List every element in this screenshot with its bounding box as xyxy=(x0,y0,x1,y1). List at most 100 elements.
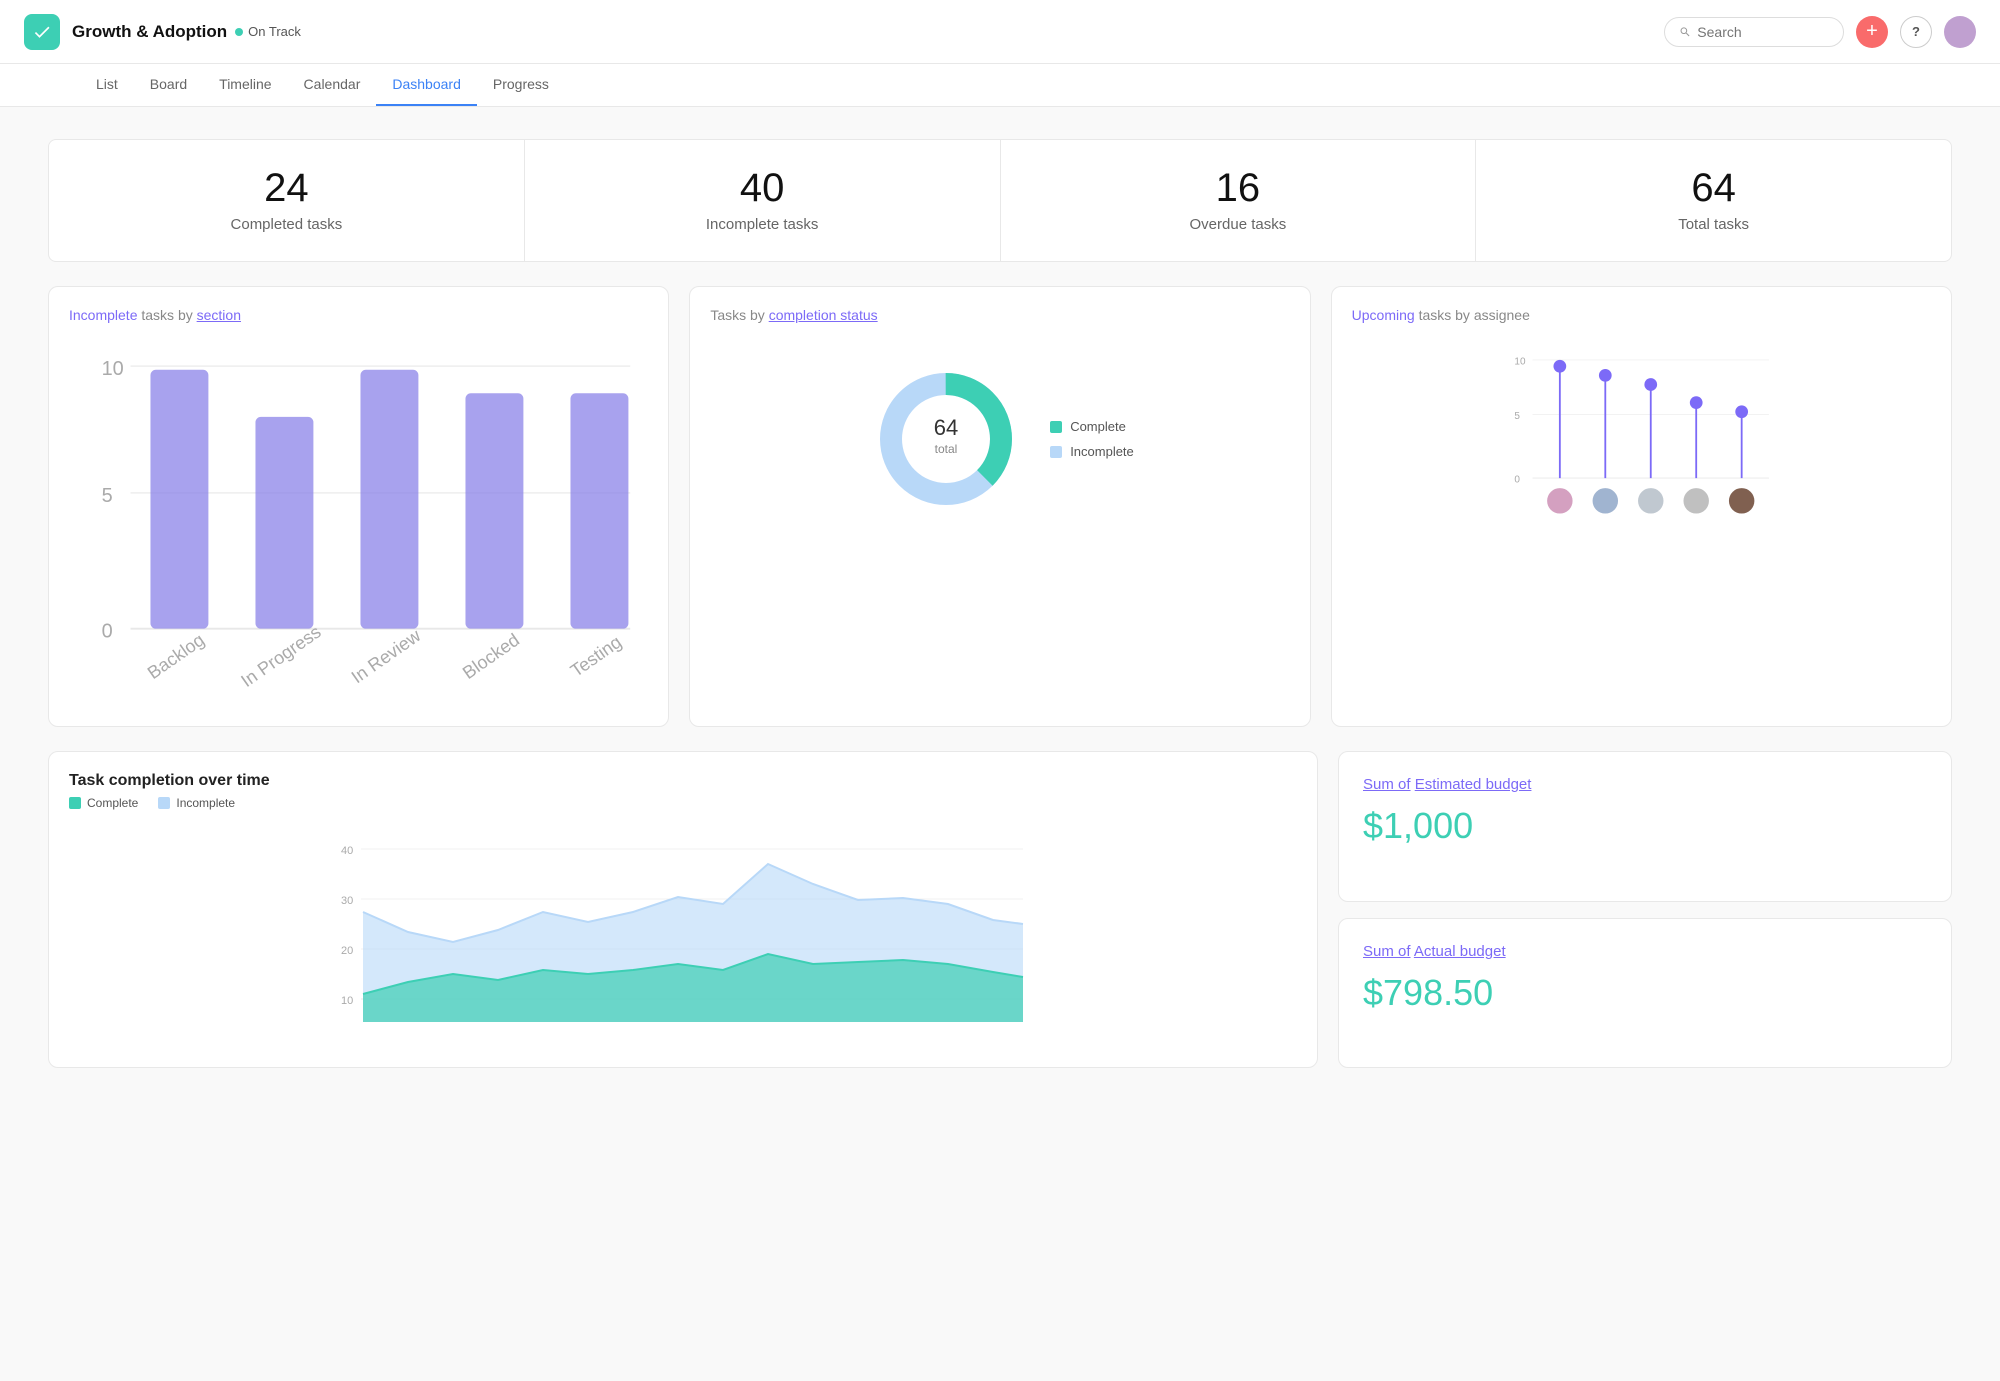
bar-chart-area: 10 5 0 xyxy=(69,339,648,706)
legend-complete-dot xyxy=(1050,421,1062,433)
stat-total: 64 Total tasks xyxy=(1476,140,1951,261)
stat-completed-number: 24 xyxy=(65,168,508,208)
stat-completed-label: Completed tasks xyxy=(65,216,508,233)
estimated-budget-amount: $1,000 xyxy=(1363,805,1927,847)
legend-incomplete-label: Incomplete xyxy=(1070,444,1134,459)
chart-title-tasks-by: Tasks by xyxy=(710,307,768,323)
project-title: Growth & Adoption xyxy=(72,22,227,42)
svg-text:5: 5 xyxy=(102,485,113,507)
lollipop-svg: 10 5 0 xyxy=(1352,339,1931,539)
chart-title-upcoming: Upcoming xyxy=(1352,307,1415,323)
logo-icon xyxy=(24,14,60,50)
svg-text:5: 5 xyxy=(1514,411,1520,422)
svg-text:Blocked: Blocked xyxy=(459,630,523,683)
legend-incomplete: Incomplete xyxy=(1050,444,1134,459)
stat-completed: 24 Completed tasks xyxy=(49,140,525,261)
svg-text:64: 64 xyxy=(934,415,958,440)
legend-complete-label: Complete xyxy=(1070,419,1126,434)
stat-overdue: 16 Overdue tasks xyxy=(1001,140,1477,261)
svg-text:In Review: In Review xyxy=(348,625,425,687)
bar-chart-svg: 10 5 0 xyxy=(69,339,648,701)
incomplete-by-section-title: Incomplete tasks by section xyxy=(69,307,648,323)
incomplete-by-section-card: Incomplete tasks by section 10 5 0 xyxy=(48,286,669,727)
line-legend-complete: Complete xyxy=(69,796,138,810)
svg-text:Testing: Testing xyxy=(567,632,625,681)
line-legend-complete-label: Complete xyxy=(87,796,138,810)
svg-text:40: 40 xyxy=(341,845,353,857)
svg-text:In Progress: In Progress xyxy=(237,622,324,691)
actual-budget-label: Sum of Actual budget xyxy=(1363,943,1927,960)
svg-text:total: total xyxy=(935,442,958,456)
chart-title-section-link[interactable]: section xyxy=(197,307,241,323)
line-legend: Complete Incomplete xyxy=(69,796,1297,810)
estimated-budget-link[interactable]: Estimated budget xyxy=(1415,776,1532,793)
actual-label-text: Sum of xyxy=(1363,943,1411,960)
status-text: On Track xyxy=(248,24,301,39)
stat-overdue-label: Overdue tasks xyxy=(1017,216,1460,233)
status-dot xyxy=(235,28,243,36)
search-box[interactable] xyxy=(1664,17,1844,47)
line-legend-incomplete-label: Incomplete xyxy=(176,796,235,810)
tab-board[interactable]: Board xyxy=(134,64,203,106)
chart-title-incomplete: Incomplete xyxy=(69,307,137,323)
tab-list[interactable]: List xyxy=(80,64,134,106)
upcoming-by-assignee-card: Upcoming tasks by assignee 10 5 0 xyxy=(1331,286,1952,727)
search-input[interactable] xyxy=(1697,24,1829,40)
line-chart-svg: 40 30 20 10 xyxy=(69,822,1297,1042)
actual-budget-link[interactable]: Actual budget xyxy=(1414,943,1506,960)
estimated-budget-label: Sum of Estimated budget xyxy=(1363,776,1927,793)
line-chart-card: Task completion over time Complete Incom… xyxy=(48,751,1318,1068)
estimated-label-text: Sum of xyxy=(1363,776,1411,793)
tab-timeline[interactable]: Timeline xyxy=(203,64,287,106)
add-button[interactable]: + xyxy=(1856,16,1888,48)
svg-text:10: 10 xyxy=(102,358,124,380)
nav-tabs: List Board Timeline Calendar Dashboard P… xyxy=(0,64,2000,107)
tab-dashboard[interactable]: Dashboard xyxy=(376,64,477,106)
status-badge: On Track xyxy=(235,24,301,39)
stats-row: 24 Completed tasks 40 Incomplete tasks 1… xyxy=(48,139,1952,262)
stat-incomplete: 40 Incomplete tasks xyxy=(525,140,1001,261)
legend-incomplete-dot xyxy=(1050,446,1062,458)
donut-legend: Complete Incomplete xyxy=(1050,419,1134,459)
charts-row: Incomplete tasks by section 10 5 0 xyxy=(48,286,1952,727)
completion-status-card: Tasks by completion status 64 total xyxy=(689,286,1310,727)
main-content: 24 Completed tasks 40 Incomplete tasks 1… xyxy=(0,107,2000,1381)
stat-total-label: Total tasks xyxy=(1492,216,1935,233)
chart-title-assignee: tasks by assignee xyxy=(1419,307,1530,323)
chart-title-completion-link[interactable]: completion status xyxy=(769,307,878,323)
svg-text:30: 30 xyxy=(341,895,353,907)
avatar xyxy=(1944,16,1976,48)
line-legend-incomplete: Incomplete xyxy=(158,796,235,810)
stat-incomplete-number: 40 xyxy=(541,168,984,208)
line-chart-title: Task completion over time xyxy=(69,772,1297,790)
donut-svg: 64 total xyxy=(866,359,1026,519)
stat-total-number: 64 xyxy=(1492,168,1935,208)
lollipop-area: 10 5 0 xyxy=(1352,339,1931,539)
legend-complete: Complete xyxy=(1050,419,1134,434)
header-right: + ? xyxy=(1664,16,1976,48)
donut-area: 64 total Complete Incomplete xyxy=(710,339,1289,539)
budget-cards: Sum of Estimated budget $1,000 Sum of Ac… xyxy=(1338,751,1952,1068)
actual-budget-card: Sum of Actual budget $798.50 xyxy=(1338,918,1952,1069)
search-icon xyxy=(1679,25,1691,39)
completion-status-title: Tasks by completion status xyxy=(710,307,1289,323)
svg-text:0: 0 xyxy=(1514,475,1520,486)
line-legend-complete-dot xyxy=(69,797,81,809)
svg-text:10: 10 xyxy=(341,995,353,1007)
help-button[interactable]: ? xyxy=(1900,16,1932,48)
bottom-row: Task completion over time Complete Incom… xyxy=(48,751,1952,1068)
svg-text:10: 10 xyxy=(1514,356,1526,367)
svg-text:20: 20 xyxy=(341,945,353,957)
tab-calendar[interactable]: Calendar xyxy=(288,64,377,106)
header: Growth & Adoption On Track + ? xyxy=(0,0,2000,64)
chart-title-tasks: tasks by xyxy=(141,307,196,323)
upcoming-by-assignee-title: Upcoming tasks by assignee xyxy=(1352,307,1931,323)
svg-text:0: 0 xyxy=(102,621,113,643)
actual-budget-amount: $798.50 xyxy=(1363,972,1927,1014)
svg-text:Backlog: Backlog xyxy=(144,630,208,683)
estimated-budget-card: Sum of Estimated budget $1,000 xyxy=(1338,751,1952,902)
stat-incomplete-label: Incomplete tasks xyxy=(541,216,984,233)
line-legend-incomplete-dot xyxy=(158,797,170,809)
stat-overdue-number: 16 xyxy=(1017,168,1460,208)
tab-progress[interactable]: Progress xyxy=(477,64,565,106)
